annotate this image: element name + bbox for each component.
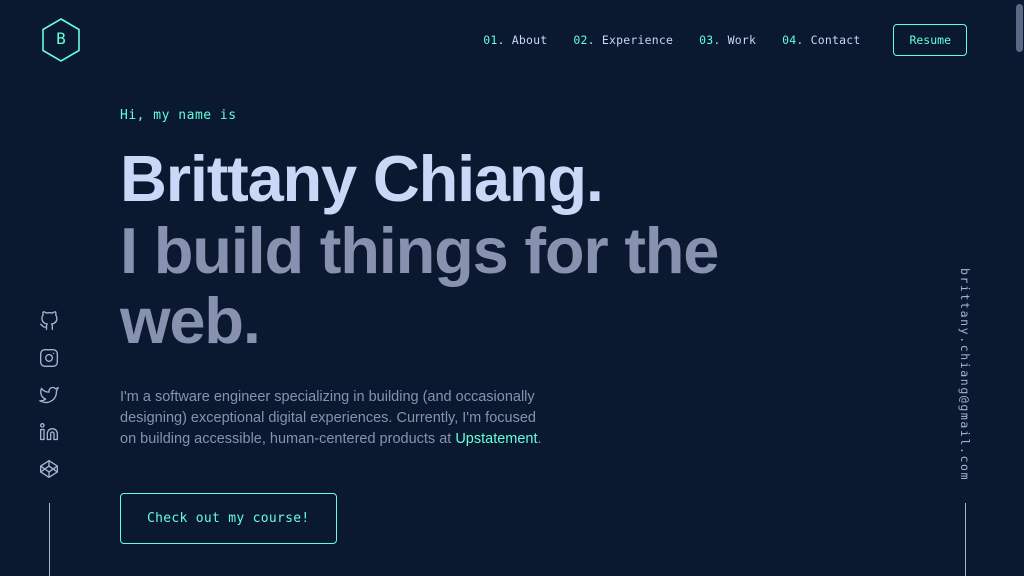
github-icon[interactable]: [39, 311, 59, 331]
logo-letter: B: [56, 29, 66, 48]
nav-item-experience-number: 02.: [573, 32, 595, 47]
scrollbar-thumb[interactable]: [1016, 4, 1023, 52]
hero-description-text-end: .: [537, 430, 542, 447]
logo-hexagon[interactable]: B: [40, 17, 82, 63]
nav-item-work-number: 03.: [699, 32, 721, 47]
codepen-icon[interactable]: [39, 459, 59, 479]
hero-subtitle: I build things for the web.: [120, 214, 719, 358]
nav-item-about[interactable]: 01. About: [483, 33, 547, 47]
nav-item-work-label: Work: [720, 32, 757, 47]
email-link[interactable]: brittany.chiang@gmail.com: [958, 268, 972, 481]
nav-item-contact-number: 04.: [782, 32, 804, 47]
email-rail: brittany.chiang@gmail.com: [950, 268, 980, 576]
page-title: Brittany Chiang.: [120, 142, 604, 215]
linkedin-icon[interactable]: [39, 422, 59, 442]
nav-item-experience[interactable]: 02. Experience: [573, 33, 673, 47]
check-out-course-button[interactable]: Check out my course!: [120, 492, 337, 544]
upstatement-link[interactable]: Upstatement: [455, 431, 537, 447]
nav-item-work[interactable]: 03. Work: [699, 33, 756, 47]
hero-greeting: Hi, my name is: [120, 108, 237, 123]
nav-item-about-number: 01.: [483, 32, 505, 47]
instagram-icon[interactable]: [39, 348, 59, 368]
main-nav: 01. About 02. Experience 03. Work 04. Co…: [483, 23, 967, 57]
nav-item-experience-label: Experience: [594, 32, 674, 47]
email-rail-line: [964, 503, 966, 576]
hero-section: Hi, my name is Brittany Chiang. I build …: [120, 108, 820, 544]
nav-item-contact-label: Contact: [803, 32, 861, 47]
social-rail-line: [48, 503, 50, 576]
social-rail: [34, 311, 64, 576]
site-header: B 01. About 02. Experience 03. Work 04. …: [0, 0, 1016, 80]
resume-button[interactable]: Resume: [893, 23, 967, 57]
scrollbar-track[interactable]: [1014, 0, 1024, 576]
twitter-icon[interactable]: [39, 385, 59, 405]
social-list: [39, 311, 59, 479]
nav-item-contact[interactable]: 04. Contact: [782, 33, 860, 47]
hero-description: I'm a software engineer specializing in …: [120, 387, 548, 450]
nav-item-about-label: About: [504, 32, 548, 47]
